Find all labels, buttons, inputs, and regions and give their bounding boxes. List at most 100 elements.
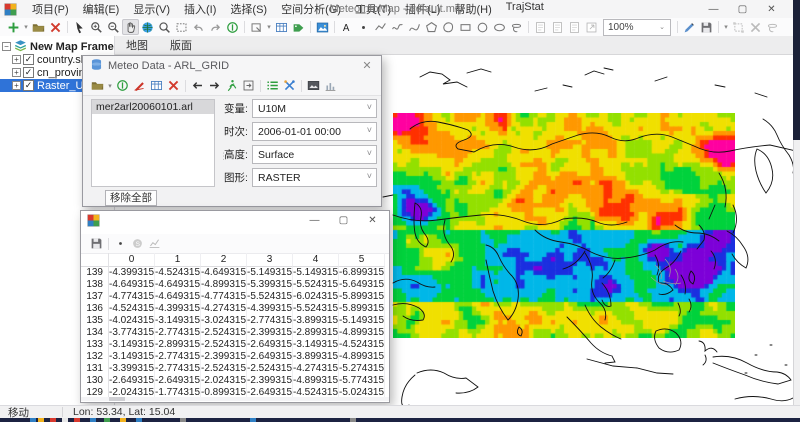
lasso-icon[interactable] (508, 19, 525, 35)
table-cell[interactable]: -4.899315 (201, 279, 247, 291)
arrow-left-icon[interactable] (189, 78, 206, 94)
undo-icon[interactable] (190, 19, 207, 35)
table-cell[interactable]: -5.149315 (339, 315, 385, 327)
lasso-gray-icon[interactable] (764, 19, 781, 35)
select-arrow-icon[interactable] (71, 19, 88, 35)
open-project-icon[interactable] (30, 19, 47, 35)
table-cell[interactable]: -2.649315 (247, 351, 293, 363)
table-cell[interactable]: -2.774315 (155, 363, 201, 375)
table-row[interactable]: 138 -4.649315 -4.649315 -4.899315 -5.399315-… (81, 279, 389, 291)
point-small-icon[interactable] (112, 236, 129, 252)
layer-checkbox[interactable]: ✓ (23, 54, 34, 65)
minimize-button[interactable]: — (699, 0, 728, 18)
page-icon[interactable] (566, 19, 583, 35)
table-cell[interactable]: -2.899315 (293, 327, 339, 339)
blob-icon[interactable] (440, 19, 457, 35)
draw-red-icon[interactable] (131, 78, 148, 94)
table-row[interactable]: 136 -4.524315 -4.399315 -4.274315 -4.399315-… (81, 303, 389, 315)
transform-gray-icon[interactable] (730, 19, 747, 35)
pan-hand-icon[interactable] (122, 19, 139, 35)
column-header[interactable]: 3 (247, 253, 293, 267)
table-row[interactable]: 135 -4.024315 -3.149315 -3.024315 -2.774315-… (81, 315, 389, 327)
table-cell[interactable]: -2.399315 (247, 375, 293, 387)
table-cell[interactable]: -5.524315 (247, 291, 293, 303)
full-extent-globe-icon[interactable] (139, 19, 156, 35)
table-cell[interactable]: -5.274315 (339, 363, 385, 375)
ellipse-icon[interactable] (491, 19, 508, 35)
table-row[interactable]: 130 -2.649315 -2.649315 -2.024315 -2.399315-… (81, 375, 389, 387)
table-title-bar[interactable]: — ▢ ✕ (81, 211, 389, 234)
row-header[interactable]: 139 (81, 267, 109, 279)
remove-all-button[interactable]: 移除全部 (105, 190, 157, 206)
column-header[interactable]: 2 (201, 253, 247, 267)
row-header[interactable]: 132 (81, 351, 109, 363)
minimize-button[interactable]: — (300, 211, 329, 229)
line-chart-gray-icon[interactable] (146, 236, 163, 252)
table-cell[interactable]: -4.524315 (339, 339, 385, 351)
menu-item[interactable]: 插入(I) (177, 0, 223, 19)
freehand-icon[interactable] (389, 19, 406, 35)
identify-icon[interactable] (224, 19, 241, 35)
table-cell[interactable]: -3.899315 (293, 351, 339, 363)
text-a-icon[interactable]: A (338, 19, 355, 35)
file-list-item[interactable]: mer2arl20060101.arl (92, 100, 214, 114)
dialog-close-icon[interactable]: ✕ (359, 59, 375, 72)
circle-icon[interactable] (474, 19, 491, 35)
table-cell[interactable]: -4.399315 (155, 303, 201, 315)
row-header[interactable]: 133 (81, 339, 109, 351)
page-export-icon[interactable] (583, 19, 600, 35)
label-tag-icon[interactable] (290, 19, 307, 35)
table-cell[interactable]: -5.899315 (339, 303, 385, 315)
data-grid[interactable]: 0 1 2 3 4 5 139 -4.399315 -4.524315 -4.649315 -5.1… (81, 253, 389, 399)
page-icon[interactable] (549, 19, 566, 35)
table-cell[interactable]: -4.399315 (247, 303, 293, 315)
close-button[interactable]: ✕ (358, 211, 387, 229)
close-button[interactable]: ✕ (757, 0, 786, 18)
column-header[interactable]: 0 (109, 253, 155, 267)
menu-item[interactable]: 选择(S) (223, 0, 274, 19)
table-cell[interactable]: -2.024315 (201, 375, 247, 387)
table-cell[interactable]: -5.399315 (247, 279, 293, 291)
dialog-title-bar[interactable]: Meteo Data - ARL_GRID ✕ (83, 56, 381, 76)
photo-icon[interactable] (305, 78, 322, 94)
table-row[interactable]: 131 -3.399315 -2.774315 -2.524315 -2.524315-… (81, 363, 389, 375)
table-cell[interactable]: -2.774315 (247, 315, 293, 327)
table-cell[interactable]: -2.649315 (155, 375, 201, 387)
step-forward-icon[interactable] (240, 78, 257, 94)
row-header[interactable]: 131 (81, 363, 109, 375)
polyline-icon[interactable] (372, 19, 389, 35)
variable-combo[interactable]: U10M ˅ (252, 99, 377, 118)
dropdown-caret-icon[interactable]: ▾ (22, 23, 30, 31)
table-cell[interactable]: -2.399315 (201, 351, 247, 363)
table-cell[interactable]: -4.524315 (109, 303, 155, 315)
table-cell[interactable]: -3.024315 (201, 315, 247, 327)
table-cell[interactable]: -4.899315 (293, 375, 339, 387)
tab-layout[interactable]: 版面 (159, 35, 203, 55)
table-cell[interactable]: -4.024315 (109, 315, 155, 327)
layer-checkbox[interactable]: ✓ (23, 67, 34, 78)
table-row[interactable]: 134 -3.774315 -2.774315 -2.524315 -2.399315-… (81, 327, 389, 339)
table-cell[interactable]: -2.774315 (155, 351, 201, 363)
remove-layer-icon[interactable] (47, 19, 64, 35)
remove-layer-icon[interactable] (165, 78, 182, 94)
chevron-down-icon[interactable]: ˅ (367, 148, 372, 158)
table-cell[interactable]: -3.149315 (293, 339, 339, 351)
table-cell[interactable]: -3.149315 (155, 315, 201, 327)
arrow-right-icon[interactable] (206, 78, 223, 94)
menu-item[interactable]: TrajStat (499, 0, 551, 19)
horizontal-scrollbar[interactable] (81, 397, 389, 401)
tab-map[interactable]: 地图 (115, 35, 159, 55)
row-header[interactable]: 130 (81, 375, 109, 387)
row-header[interactable]: 137 (81, 291, 109, 303)
table-cell[interactable]: -2.524315 (201, 363, 247, 375)
table-row[interactable]: 133 -3.149315 -2.899315 -2.524315 -2.649315-… (81, 339, 389, 351)
table-cell[interactable]: -4.399315 (109, 267, 155, 279)
column-header[interactable]: 4 (293, 253, 339, 267)
chevron-down-icon[interactable]: ˅ (367, 171, 372, 181)
menu-item[interactable]: 显示(V) (126, 0, 177, 19)
expander-icon[interactable]: + (12, 55, 21, 64)
attr-table-icon[interactable] (273, 19, 290, 35)
level-combo[interactable]: Surface ˅ (252, 145, 377, 164)
identify-icon[interactable] (114, 78, 131, 94)
row-header[interactable]: 134 (81, 327, 109, 339)
